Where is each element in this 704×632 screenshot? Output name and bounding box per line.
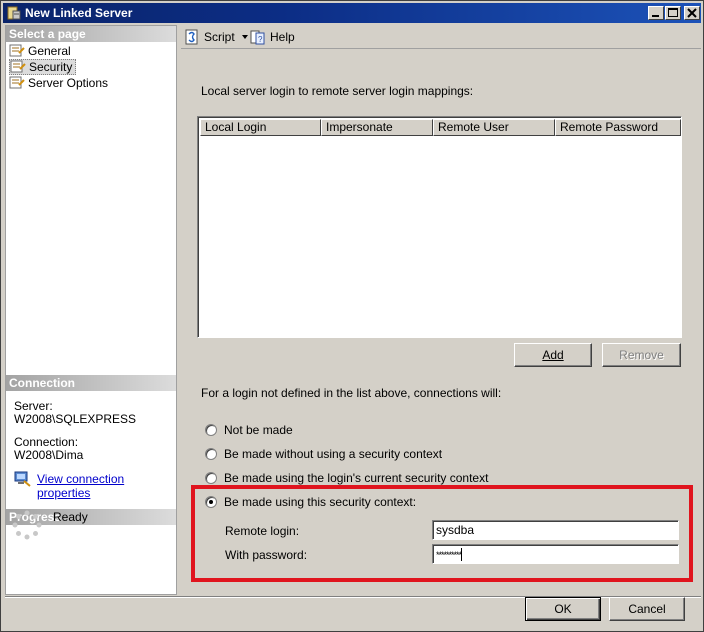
close-icon — [687, 8, 697, 18]
minimize-button[interactable] — [648, 6, 664, 20]
help-label: Help — [270, 30, 295, 44]
option-label: Be made using the login's current securi… — [224, 471, 489, 485]
radio-button[interactable] — [205, 448, 217, 460]
column-header-remote-user[interactable]: Remote User — [433, 119, 555, 136]
window-title: New Linked Server — [25, 6, 133, 20]
ok-button[interactable]: OK — [525, 597, 601, 621]
script-icon — [185, 29, 198, 45]
view-connection-properties-link[interactable]: View connection properties — [37, 472, 176, 500]
svg-text:?: ? — [258, 35, 263, 44]
help-button[interactable]: ? Help — [250, 28, 295, 46]
connection-header: Connection — [6, 375, 176, 391]
column-header-remote-password[interactable]: Remote Password — [555, 119, 681, 136]
close-button[interactable] — [684, 6, 700, 20]
login-mapping-grid[interactable]: Local Login Impersonate Remote User Remo… — [197, 116, 682, 338]
toolbar: Script ? Help — [181, 25, 701, 49]
title-bar[interactable]: New Linked Server — [3, 3, 701, 23]
cancel-button-label: Cancel — [628, 602, 666, 616]
column-header-impersonate[interactable]: Impersonate — [321, 119, 433, 136]
ok-button-label: OK — [554, 602, 572, 616]
option-label: Be made without using a security context — [224, 447, 443, 461]
connection-value: W2008\Dima — [14, 448, 84, 462]
server-value: W2008\SQLEXPRESS — [14, 412, 137, 426]
highlight-annotation — [191, 485, 693, 582]
option-label: Not be made — [224, 423, 293, 437]
option-without-security-context[interactable]: Be made without using a security context — [205, 446, 442, 462]
left-panel: Select a page General Security Server Op… — [5, 25, 177, 595]
page-item-security[interactable]: Security — [9, 59, 77, 75]
remove-button[interactable]: Remove — [602, 343, 681, 367]
page-item-general[interactable]: General — [9, 43, 74, 59]
remove-button-label: Remove — [619, 348, 664, 362]
minimize-icon — [652, 15, 659, 17]
script-button[interactable]: Script — [184, 28, 254, 46]
radio-button[interactable] — [205, 424, 217, 436]
script-label: Script — [204, 30, 235, 44]
dialog-window: New Linked Server Select a page General — [0, 0, 704, 632]
page-icon — [9, 44, 25, 57]
column-header-local-login[interactable]: Local Login — [200, 119, 321, 136]
page-item-label: Security — [29, 60, 73, 74]
page-icon — [9, 76, 25, 89]
page-item-server-options[interactable]: Server Options — [9, 75, 111, 91]
page-icon — [10, 60, 26, 73]
page-item-label: Server Options — [28, 76, 109, 90]
server-app-icon — [7, 6, 21, 20]
option-current-security-context[interactable]: Be made using the login's current securi… — [205, 470, 488, 486]
progress-status: Ready — [53, 510, 88, 524]
page-item-label: General — [28, 44, 71, 58]
connections-label: For a login not defined in the list abov… — [201, 386, 502, 400]
add-button[interactable]: Add — [514, 343, 592, 367]
maximize-button[interactable] — [665, 6, 681, 20]
radio-button[interactable] — [205, 472, 217, 484]
help-icon: ? — [250, 30, 265, 45]
mapping-label: Local server login to remote server logi… — [201, 84, 474, 98]
cancel-button[interactable]: Cancel — [609, 597, 685, 621]
progress-spinner-icon — [12, 510, 42, 540]
select-page-header: Select a page — [6, 26, 176, 42]
option-not-be-made[interactable]: Not be made — [205, 422, 293, 438]
add-button-label: Add — [542, 348, 564, 362]
chevron-down-icon — [241, 35, 248, 39]
grid-header: Local Login Impersonate Remote User Remo… — [200, 119, 681, 136]
connection-properties-icon — [14, 471, 31, 487]
maximize-icon — [668, 8, 678, 17]
